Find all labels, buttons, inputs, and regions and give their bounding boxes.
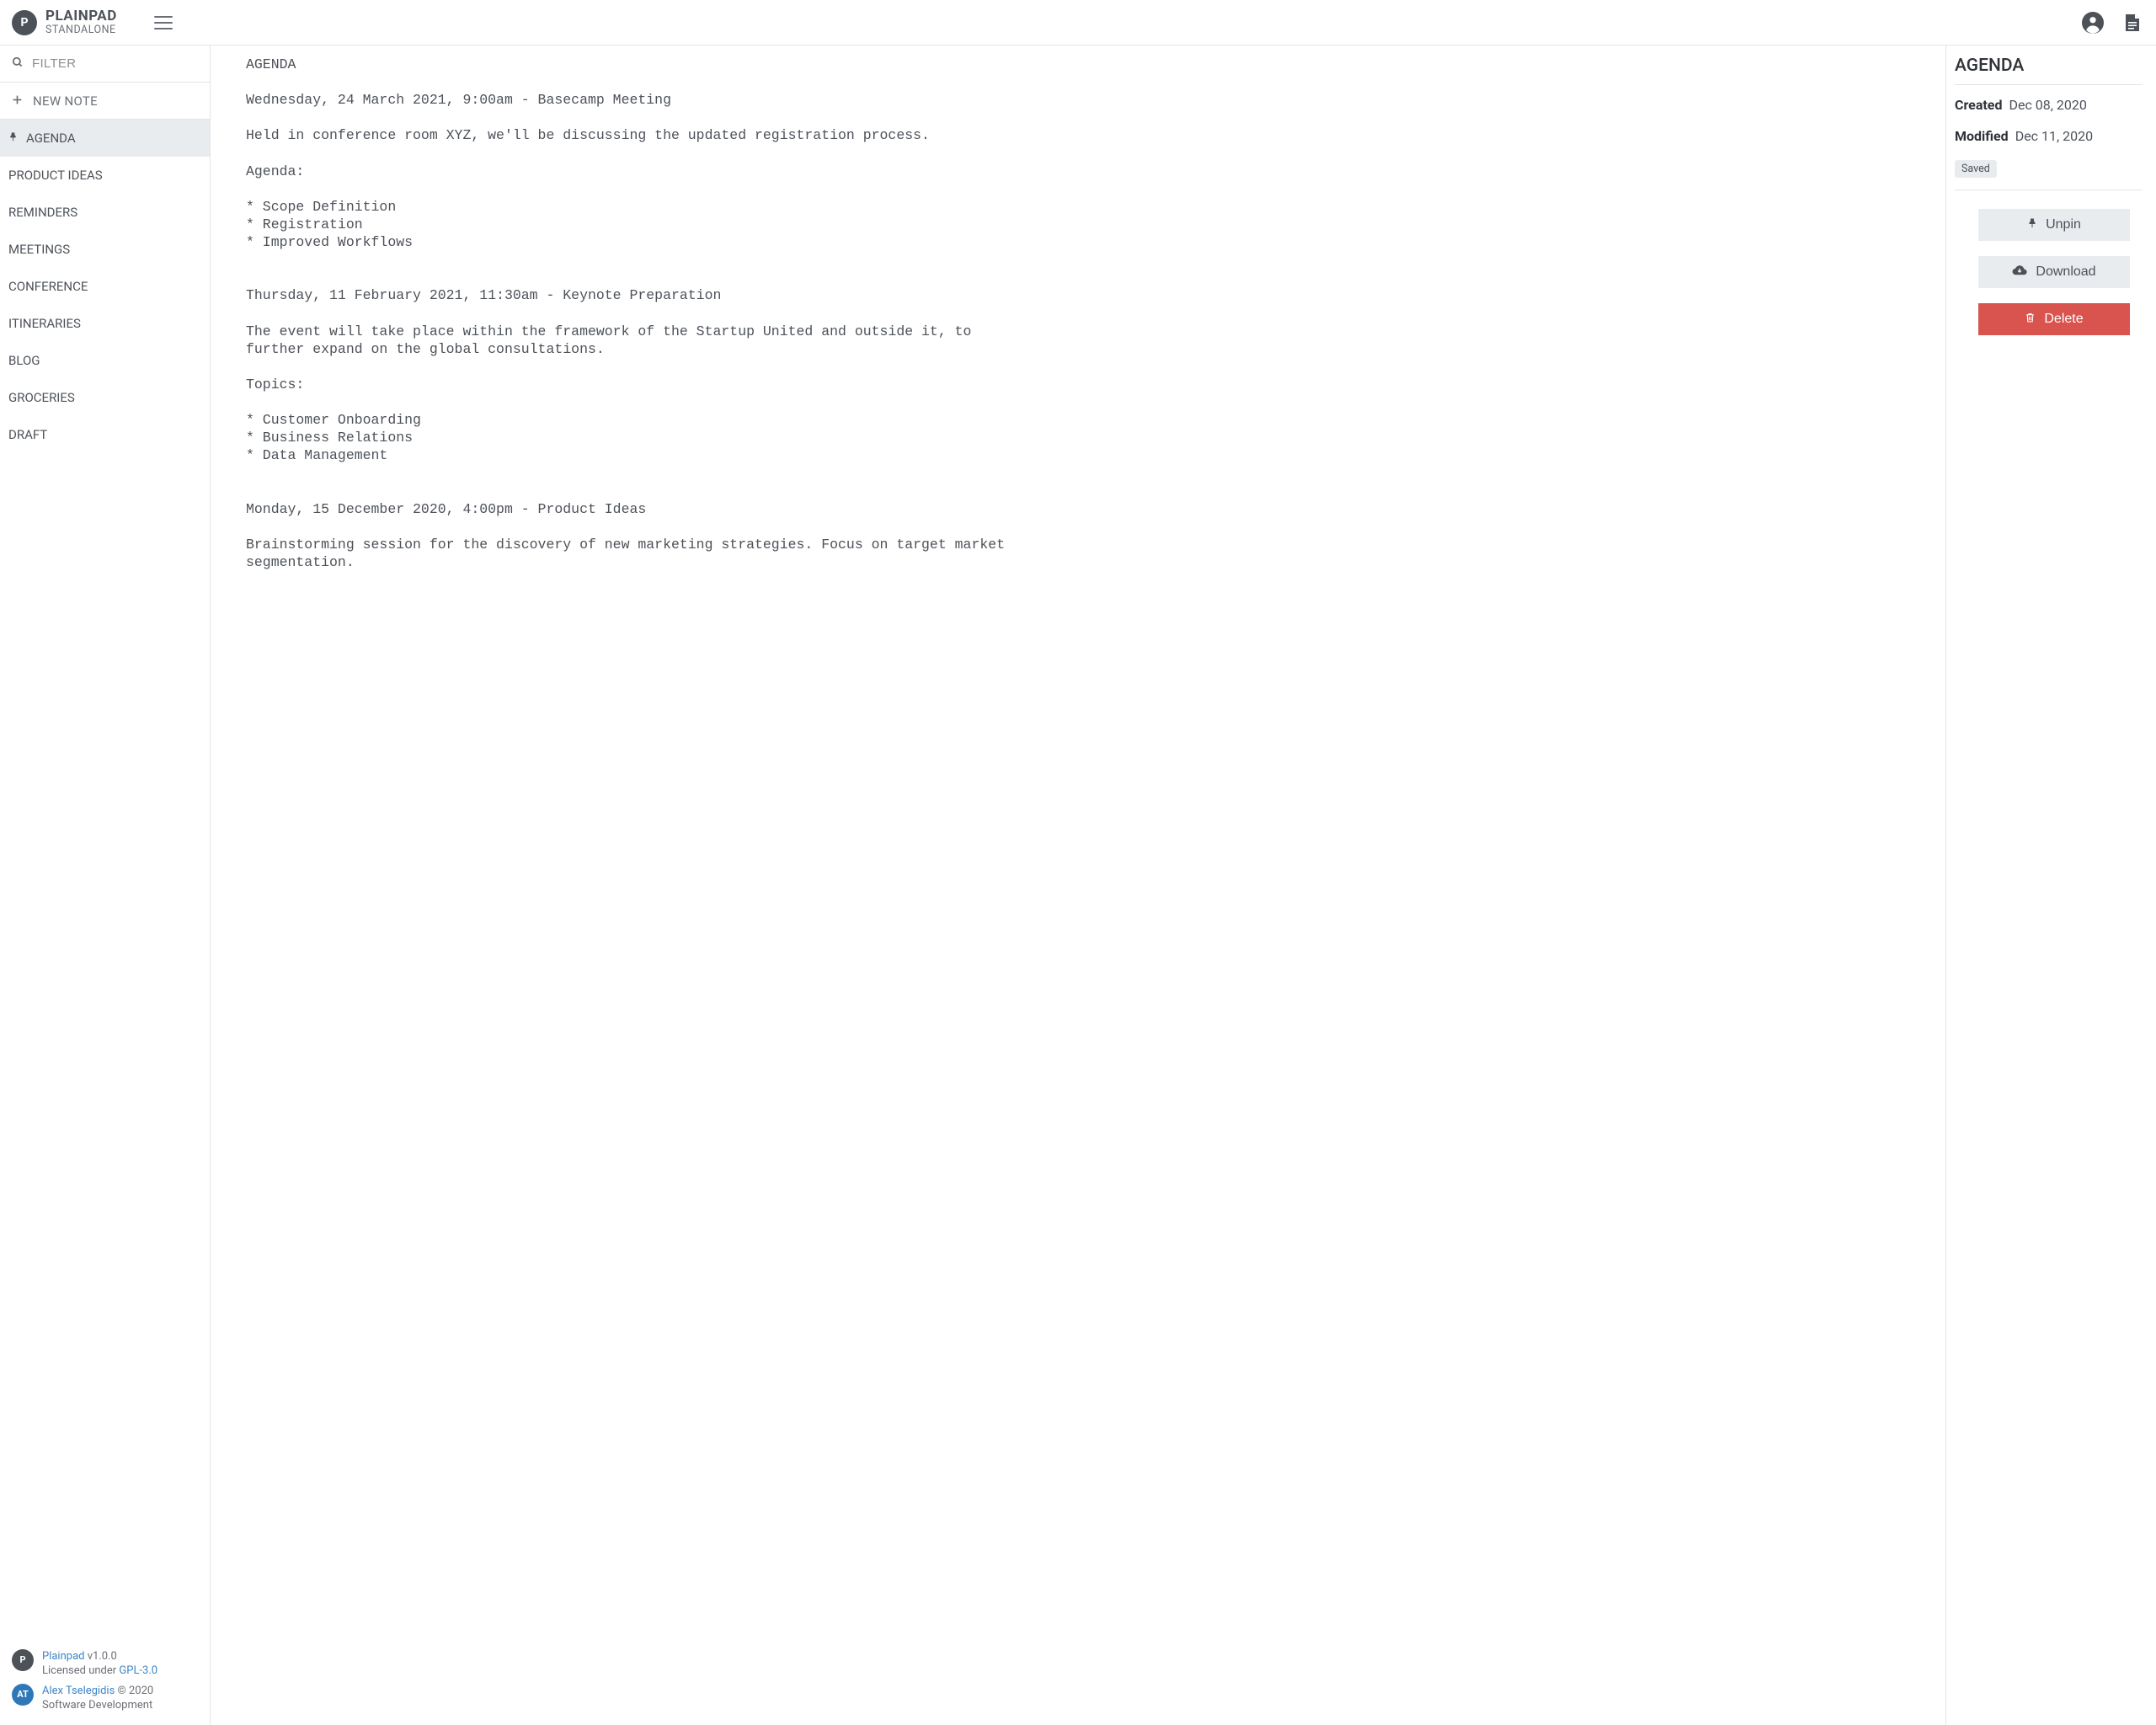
editor-wrap: AGENDA Wednesday, 24 March 2021, 9:00am … [211,45,1945,1725]
brand[interactable]: P PLAINPAD STANDALONE [12,9,117,35]
note-item[interactable]: DRAFT [0,416,210,453]
details-panel: AGENDA Created Dec 08, 2020 Modified Dec… [1945,45,2156,1725]
new-note-label: NEW NOTE [33,93,98,109]
note-item-label: GROCERIES [8,390,75,405]
brand-title: PLAINPAD [45,9,117,24]
details-title: AGENDA [1955,56,2143,85]
note-item-label: ITINERARIES [8,316,81,331]
footer-license-prefix: Licensed under [42,1664,119,1677]
unpin-label: Unpin [2046,217,2081,232]
modified-value: Dec 11, 2020 [2015,128,2093,144]
unpin-button[interactable]: Unpin [1978,209,2130,241]
note-item-label: MEETINGS [8,242,70,257]
user-icon[interactable] [2082,12,2104,34]
main: AGENDA Wednesday, 24 March 2021, 9:00am … [211,45,2156,1725]
pin-icon [2027,217,2037,233]
header-actions [2082,12,2143,34]
note-item-label: CONFERENCE [8,279,88,294]
filter-input[interactable] [32,56,200,71]
delete-label: Delete [2044,312,2083,327]
modified-label: Modified [1955,128,2009,144]
app-header: P PLAINPAD STANDALONE [0,0,2156,45]
note-item[interactable]: PRODUCT IDEAS [0,157,210,194]
footer-author-role: Software Development [42,1698,153,1713]
footer-app-version: v1.0.0 [88,1650,117,1663]
filter-row[interactable] [0,45,210,83]
note-item[interactable]: BLOG [0,342,210,379]
note-item[interactable]: CONFERENCE [0,268,210,305]
note-item[interactable]: REMINDERS [0,194,210,231]
note-item[interactable]: GROCERIES [0,379,210,416]
note-item-label: REMINDERS [8,205,77,220]
download-label: Download [2036,264,2095,280]
created-value: Dec 08, 2020 [2009,97,2086,113]
sidebar-footer: P Plainpad v1.0.0 Licensed under GPL-3.0… [0,1636,210,1725]
note-item-label: DRAFT [8,427,47,442]
sidebar: NEW NOTE AGENDA PRODUCT IDEAS REMINDERS MEE… [0,45,211,1725]
footer-author-link[interactable]: Alex Tselegidis [42,1685,118,1697]
search-icon [12,56,24,72]
menu-toggle-button[interactable] [154,16,173,29]
trash-icon [2025,312,2036,328]
note-item[interactable]: ITINERARIES [0,305,210,342]
saved-badge: Saved [1955,160,1997,178]
brand-logo: P [12,10,37,35]
footer-logo-app: P [12,1649,34,1671]
brand-text: PLAINPAD STANDALONE [45,9,117,35]
note-item-label: BLOG [8,353,40,368]
footer-logo-author: AT [12,1684,34,1706]
note-item[interactable]: MEETINGS [0,231,210,268]
created-label: Created [1955,97,2002,113]
plus-icon [12,93,23,109]
note-editor[interactable]: AGENDA Wednesday, 24 March 2021, 9:00am … [246,45,1021,571]
note-item[interactable]: AGENDA [0,120,210,157]
brand-subtitle: STANDALONE [45,24,117,35]
delete-button[interactable]: Delete [1978,303,2130,335]
note-item-label: AGENDA [26,131,76,146]
footer-author-copyright: © 2020 [118,1685,154,1697]
note-item-label: PRODUCT IDEAS [8,168,103,183]
new-note-button[interactable]: NEW NOTE [0,83,210,120]
cloud-download-icon [2012,264,2027,280]
download-button[interactable]: Download [1978,256,2130,288]
notes-list: AGENDA PRODUCT IDEAS REMINDERS MEETINGS CONF… [0,120,210,453]
note-details-icon[interactable] [2122,12,2143,34]
pin-icon [8,131,18,146]
footer-license-link[interactable]: GPL-3.0 [119,1664,157,1677]
footer-app-link[interactable]: Plainpad [42,1650,88,1663]
